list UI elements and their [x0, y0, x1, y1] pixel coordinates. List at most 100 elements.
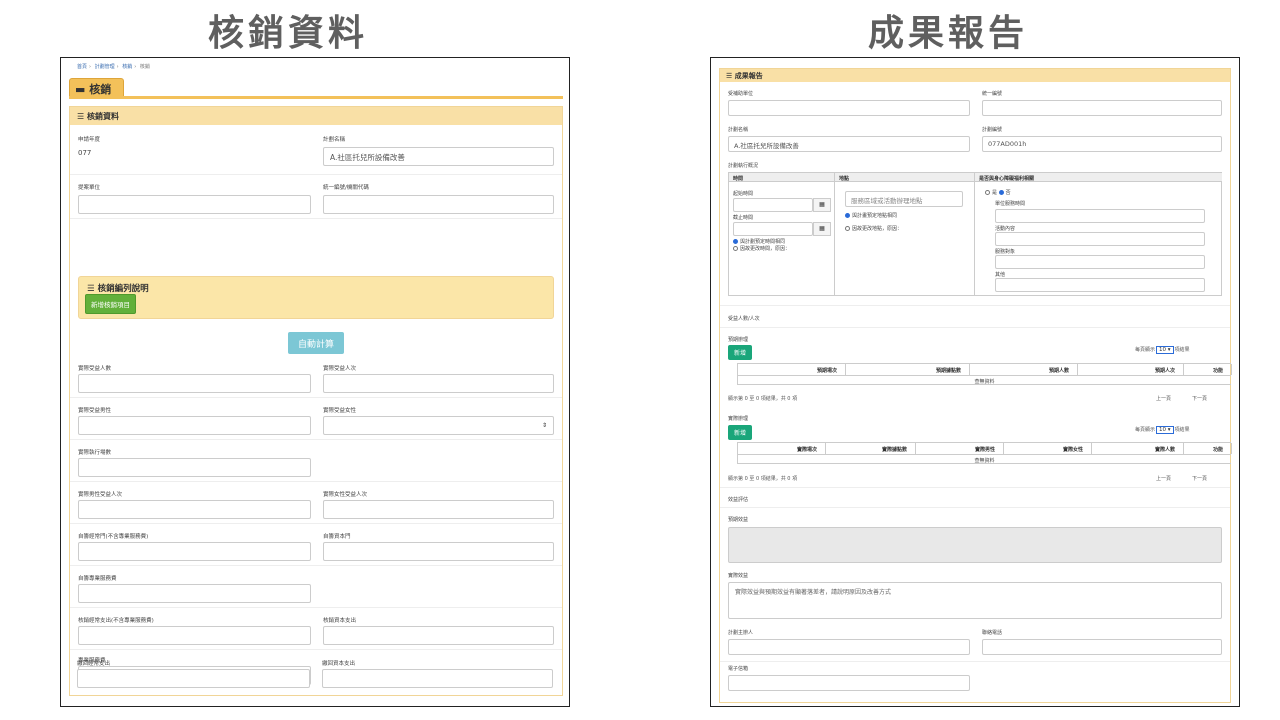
self-funded-capital-field[interactable]: [323, 542, 554, 561]
field-row: 實際執行場數: [70, 440, 562, 482]
tab-writeoff[interactable]: ▬ 核銷: [69, 78, 124, 97]
tax-id-label: 統一編號: [982, 91, 1003, 97]
writeoff-screenshot: 首頁 › 計劃管理 › 核銷 › 核銷 ▬ 核銷 ☰ 核銷資料 申請年度 077 計劃…: [60, 57, 570, 707]
planned-label: 預期辦理: [728, 337, 749, 343]
time-same-radio[interactable]: 與計劃預定時間相同: [733, 238, 785, 245]
actual-per-page[interactable]: 每頁顯示 10 ▾ 項結果: [1135, 426, 1190, 434]
email-field[interactable]: [728, 675, 970, 691]
tax-id-field[interactable]: [982, 100, 1222, 116]
actual-beneficiary-visits-field[interactable]: [323, 374, 554, 393]
grantee-field[interactable]: [728, 100, 970, 116]
plan-name-label: 計劃名稱: [728, 127, 749, 133]
other-field[interactable]: [995, 278, 1205, 292]
exec-overview-table: 時間 地點 是否與身心障礙福利相關 起始時間 ▦ 截止時間 ▦ 與計劃預定時間相…: [728, 172, 1222, 296]
table-header: 預期人數: [970, 364, 1078, 375]
actual-sessions-field[interactable]: [78, 458, 311, 477]
add-writeoff-item-button[interactable]: 新增核銷項目: [85, 294, 136, 314]
add-actual-button[interactable]: 新增: [728, 425, 753, 440]
table-header: 預期場次: [738, 364, 846, 375]
contact-field[interactable]: [728, 639, 970, 655]
field-row: 實際男性受益人次 實際女性受益人次: [70, 482, 562, 524]
spinner-icon[interactable]: ⇕: [542, 422, 547, 429]
writeoff-panel: ☰ 核銷資料 申請年度 077 計劃名稱 A.社區托兒所設備改善 提案單位 統一…: [69, 106, 563, 696]
activity-field[interactable]: [995, 232, 1205, 246]
start-time-field[interactable]: [733, 198, 813, 212]
return-recurring-field[interactable]: [77, 669, 310, 688]
self-funded-service-fee-field[interactable]: [78, 584, 311, 603]
report-screenshot: ☰ 成果報告 受補助單位 統一編號 計劃名稱 A.社區托兒所設備改善 計劃編號 …: [710, 57, 1240, 707]
prev-page-link[interactable]: 上一頁: [1156, 395, 1171, 402]
right-section-title: 成果報告: [868, 13, 1029, 54]
table-header: 實際女性: [1004, 443, 1092, 454]
end-time-label: 截止時間: [733, 215, 754, 221]
disability-column: 是 否 單位服務時間 活動內容 服務對象 其他: [975, 182, 1222, 296]
proposer-field[interactable]: [78, 195, 311, 214]
plan-name-field[interactable]: A.社區托兒所設備改善: [323, 147, 554, 166]
breadcrumb-writeoff[interactable]: 核銷: [122, 64, 132, 70]
male-visits-field[interactable]: [78, 500, 311, 519]
expected-benefit-field[interactable]: [728, 527, 1222, 563]
activity-label: 活動內容: [995, 226, 1016, 232]
place-field[interactable]: 服務區域或活動辦理地點: [845, 191, 963, 207]
divider: [720, 305, 1230, 306]
breadcrumb-home[interactable]: 首頁: [77, 64, 87, 70]
prev-page-link[interactable]: 上一頁: [1156, 475, 1171, 482]
place-changed-radio[interactable]: 因故更改地點，原因：: [845, 225, 902, 232]
actual-benefit-field[interactable]: 實際效益與預期效益有顯著落差者，請說明原因及改善方式: [728, 582, 1222, 619]
place-same-radio[interactable]: 與計畫預定地點相同: [845, 212, 897, 219]
actual-male-field[interactable]: [78, 416, 311, 435]
female-visits-field[interactable]: [323, 500, 554, 519]
expected-benefit-label: 預期效益: [728, 517, 749, 523]
target-field[interactable]: [995, 255, 1205, 269]
field-label: 繳回資本支出: [322, 661, 356, 667]
actual-beneficiaries-field[interactable]: [78, 374, 311, 393]
planned-per-page[interactable]: 每頁顯示 10 ▾ 項結果: [1135, 346, 1190, 354]
per-page-select[interactable]: 10 ▾: [1156, 346, 1174, 354]
col-place-header: 地點: [835, 173, 975, 182]
writeoff-note-box: ☰ 核銷編列說明 新增核銷項目: [78, 276, 554, 319]
writeoff-recurring-field[interactable]: [78, 626, 311, 645]
tax-id-label: 統一編號/機關代碼: [323, 185, 369, 191]
field-row: 實際受益男性 實際受益女性 ⇕: [70, 398, 562, 440]
field-row: 實際受益人數 實際受益人次: [70, 356, 562, 398]
planned-table: 預期場次 預期據點數 預期人數 預期人次 功能 查無資料: [737, 363, 1232, 385]
calendar-icon[interactable]: ▦: [813, 198, 831, 212]
end-time-field[interactable]: [733, 222, 813, 236]
phone-field[interactable]: [982, 639, 1222, 655]
other-label: 其他: [995, 272, 1006, 278]
divider: [720, 327, 1230, 328]
table-header: 功能: [1184, 364, 1232, 375]
per-page-select[interactable]: 10 ▾: [1156, 426, 1174, 434]
disability-radio-group[interactable]: 是 否: [985, 189, 1011, 196]
actual-table: 實際場次 實際據點數 實際男性 實際女性 實際人數 功能 查無資料: [737, 442, 1232, 464]
apply-year-value: 077: [78, 149, 92, 157]
writeoff-capital-field[interactable]: [323, 626, 554, 645]
unit-hours-label: 單位服務時間: [995, 201, 1026, 207]
panel-title: 核銷資料: [86, 112, 119, 121]
time-changed-radio[interactable]: 因故更改時間，原因：: [733, 245, 790, 252]
plan-no-label: 計劃編號: [982, 127, 1003, 133]
note-title: ☰ 核銷編列說明: [87, 284, 149, 294]
next-page-link[interactable]: 下一頁: [1192, 395, 1207, 402]
row-year-name: 申請年度 077 計劃名稱 A.社區托兒所設備改善: [70, 125, 562, 175]
exec-overview-label: 計劃執行概況: [728, 163, 759, 169]
auto-calc-button[interactable]: 自動計算: [288, 332, 344, 354]
breadcrumb-plan[interactable]: 計劃管理: [95, 64, 115, 70]
field-label: 自籌專業服務費: [78, 576, 117, 582]
table-header: 預期人次: [1078, 364, 1184, 375]
field-label: 實際受益男性: [78, 408, 112, 414]
list-icon: ☰: [77, 112, 87, 121]
add-planned-button[interactable]: 新增: [728, 345, 753, 360]
actual-female-field[interactable]: ⇕: [323, 416, 554, 435]
field-row: 自籌專業服務費: [70, 566, 562, 608]
next-page-link[interactable]: 下一頁: [1192, 475, 1207, 482]
return-capital-field[interactable]: [322, 669, 553, 688]
calendar-icon[interactable]: ▦: [813, 222, 831, 236]
tax-id-field[interactable]: [323, 195, 554, 214]
self-funded-recurring-field[interactable]: [78, 542, 311, 561]
divider: [720, 507, 1230, 508]
plan-name-field[interactable]: A.社區托兒所設備改善: [728, 136, 970, 152]
unit-hours-field[interactable]: [995, 209, 1205, 223]
folder-icon: ▬: [75, 83, 90, 96]
plan-no-field[interactable]: 077AD001h: [982, 136, 1222, 152]
